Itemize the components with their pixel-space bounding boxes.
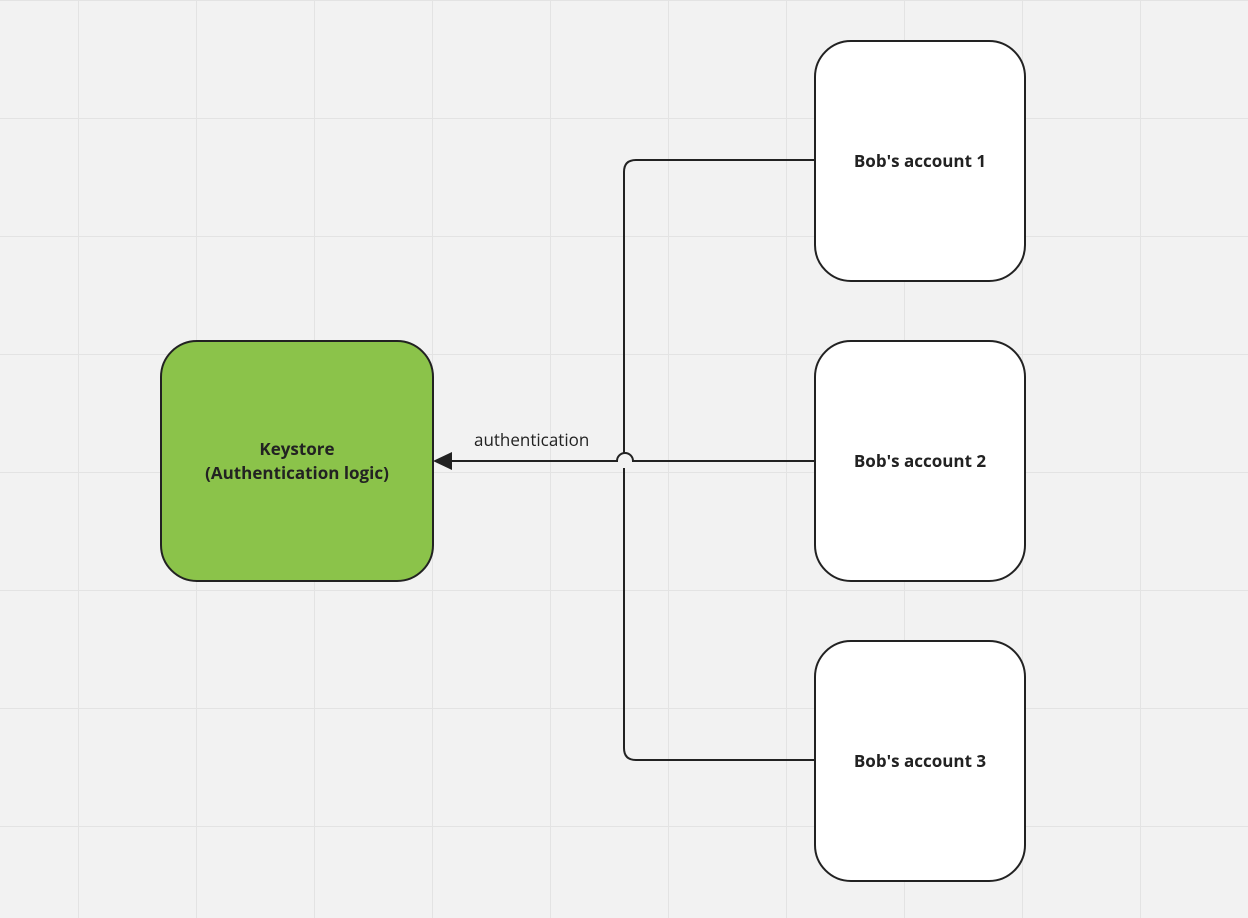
diagram-svg [0, 0, 1248, 918]
node-account-1 [815, 41, 1025, 281]
node-account-2 [815, 341, 1025, 581]
node-account-3 [815, 641, 1025, 881]
edge-from-account-2-and-main [450, 453, 815, 461]
edge-from-account-1 [624, 160, 815, 454]
arrowhead-to-keystore [433, 452, 452, 470]
node-keystore [161, 341, 433, 581]
edge-from-account-3 [624, 468, 815, 760]
